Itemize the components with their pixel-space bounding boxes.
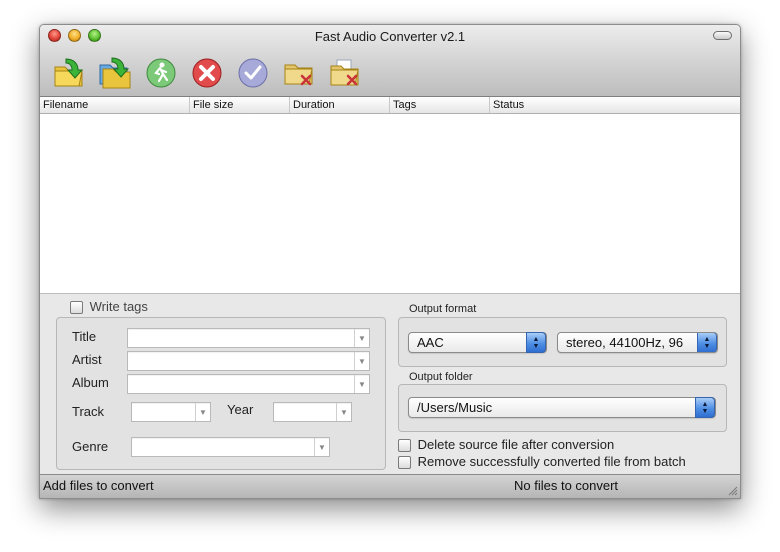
format-options-popup[interactable]: stereo, 44100Hz, 96 ▲ ▼	[557, 332, 718, 353]
genre-combobox[interactable]: ▼	[131, 437, 330, 457]
folder-add-recursive-icon	[99, 57, 131, 89]
app-window: Fast Audio Converter v2.1 Filename File …	[39, 24, 741, 499]
tags-group: Title ▼ Artist ▼ Album ▼ Track ▼ Year ▼ …	[56, 317, 386, 470]
title-combobox[interactable]: ▼	[127, 328, 370, 348]
status-left-text: Add files to convert	[43, 478, 154, 493]
album-dropdown-arrow-icon[interactable]: ▼	[354, 375, 369, 393]
album-combobox[interactable]: ▼	[127, 374, 370, 394]
column-header-filename[interactable]: Filename	[40, 97, 190, 113]
add-folder-button[interactable]	[98, 56, 132, 90]
output-format-label: Output format	[407, 303, 479, 315]
remove-converted-row: Remove successfully converted file from …	[398, 454, 686, 470]
run-icon	[146, 58, 176, 88]
clear-batch-button[interactable]	[328, 56, 362, 90]
output-folder-group: /Users/Music ▲ ▼	[398, 384, 727, 432]
file-table[interactable]: Filename File size Duration Tags Status	[40, 97, 740, 294]
remove-converted-label: Remove successfully converted file from …	[417, 454, 686, 469]
write-tags-row: Write tags	[70, 299, 148, 315]
year-dropdown-arrow-icon[interactable]: ▼	[336, 403, 351, 421]
output-folder-value: /Users/Music	[417, 400, 493, 415]
column-header-duration[interactable]: Duration	[290, 97, 390, 113]
check-button[interactable]	[236, 56, 270, 90]
folder-add-icon	[54, 58, 84, 87]
track-combobox[interactable]: ▼	[131, 402, 211, 422]
remove-file-button[interactable]	[282, 56, 316, 90]
output-format-group: AAC ▲ ▼ stereo, 44100Hz, 96 ▲ ▼	[398, 317, 727, 367]
add-files-button[interactable]	[52, 56, 86, 90]
stop-button[interactable]	[190, 56, 224, 90]
write-tags-label: Write tags	[89, 299, 148, 314]
resize-grip-icon[interactable]	[726, 484, 738, 496]
remove-converted-checkbox[interactable]	[398, 456, 411, 470]
toolbar	[52, 56, 362, 90]
output-folder-stepper-icon[interactable]: ▲ ▼	[695, 397, 715, 418]
start-convert-button[interactable]	[144, 56, 178, 90]
track-dropdown-arrow-icon[interactable]: ▼	[195, 403, 210, 421]
checkmark-icon	[238, 58, 268, 88]
artist-combobox[interactable]: ▼	[127, 351, 370, 371]
stop-icon	[192, 58, 222, 88]
album-label: Album	[72, 375, 109, 390]
title-dropdown-arrow-icon[interactable]: ▼	[354, 329, 369, 347]
window-title: Fast Audio Converter v2.1	[314, 29, 466, 44]
title-label: Title	[72, 329, 97, 344]
status-bar: Add files to convert No files to convert	[40, 474, 740, 498]
artist-dropdown-arrow-icon[interactable]: ▼	[354, 352, 369, 370]
delete-source-label: Delete source file after conversion	[417, 437, 615, 452]
folder-clear-icon	[330, 59, 359, 86]
format-value: AAC	[417, 335, 444, 350]
settings-panel: Write tags Title ▼ Artist ▼ Album ▼ Trac…	[40, 295, 740, 476]
artist-label: Artist	[72, 352, 102, 367]
year-label: Year	[227, 402, 254, 417]
genre-dropdown-arrow-icon[interactable]: ▼	[314, 438, 329, 456]
output-folder-popup[interactable]: /Users/Music ▲ ▼	[408, 397, 716, 418]
format-stepper-icon[interactable]: ▲ ▼	[526, 332, 546, 353]
delete-source-row: Delete source file after conversion	[398, 437, 615, 453]
folder-remove-icon	[284, 64, 313, 86]
delete-source-checkbox[interactable]	[398, 439, 411, 453]
year-combobox[interactable]: ▼	[273, 402, 352, 422]
column-header-status[interactable]: Status	[490, 97, 740, 113]
output-folder-label: Output folder	[407, 371, 475, 383]
toolbar-toggle-button[interactable]	[713, 31, 732, 40]
status-right-text: No files to convert	[514, 478, 619, 493]
table-header: Filename File size Duration Tags Status	[40, 97, 740, 114]
format-options-value: stereo, 44100Hz, 96	[566, 335, 684, 350]
format-popup[interactable]: AAC ▲ ▼	[408, 332, 547, 353]
genre-label: Genre	[72, 439, 109, 454]
track-label: Track	[72, 404, 105, 419]
column-header-tags[interactable]: Tags	[390, 97, 490, 113]
column-header-file-size[interactable]: File size	[190, 97, 290, 113]
write-tags-checkbox[interactable]	[70, 301, 83, 315]
title-bar: Fast Audio Converter v2.1	[40, 25, 740, 97]
format-options-stepper-icon[interactable]: ▲ ▼	[697, 333, 717, 352]
